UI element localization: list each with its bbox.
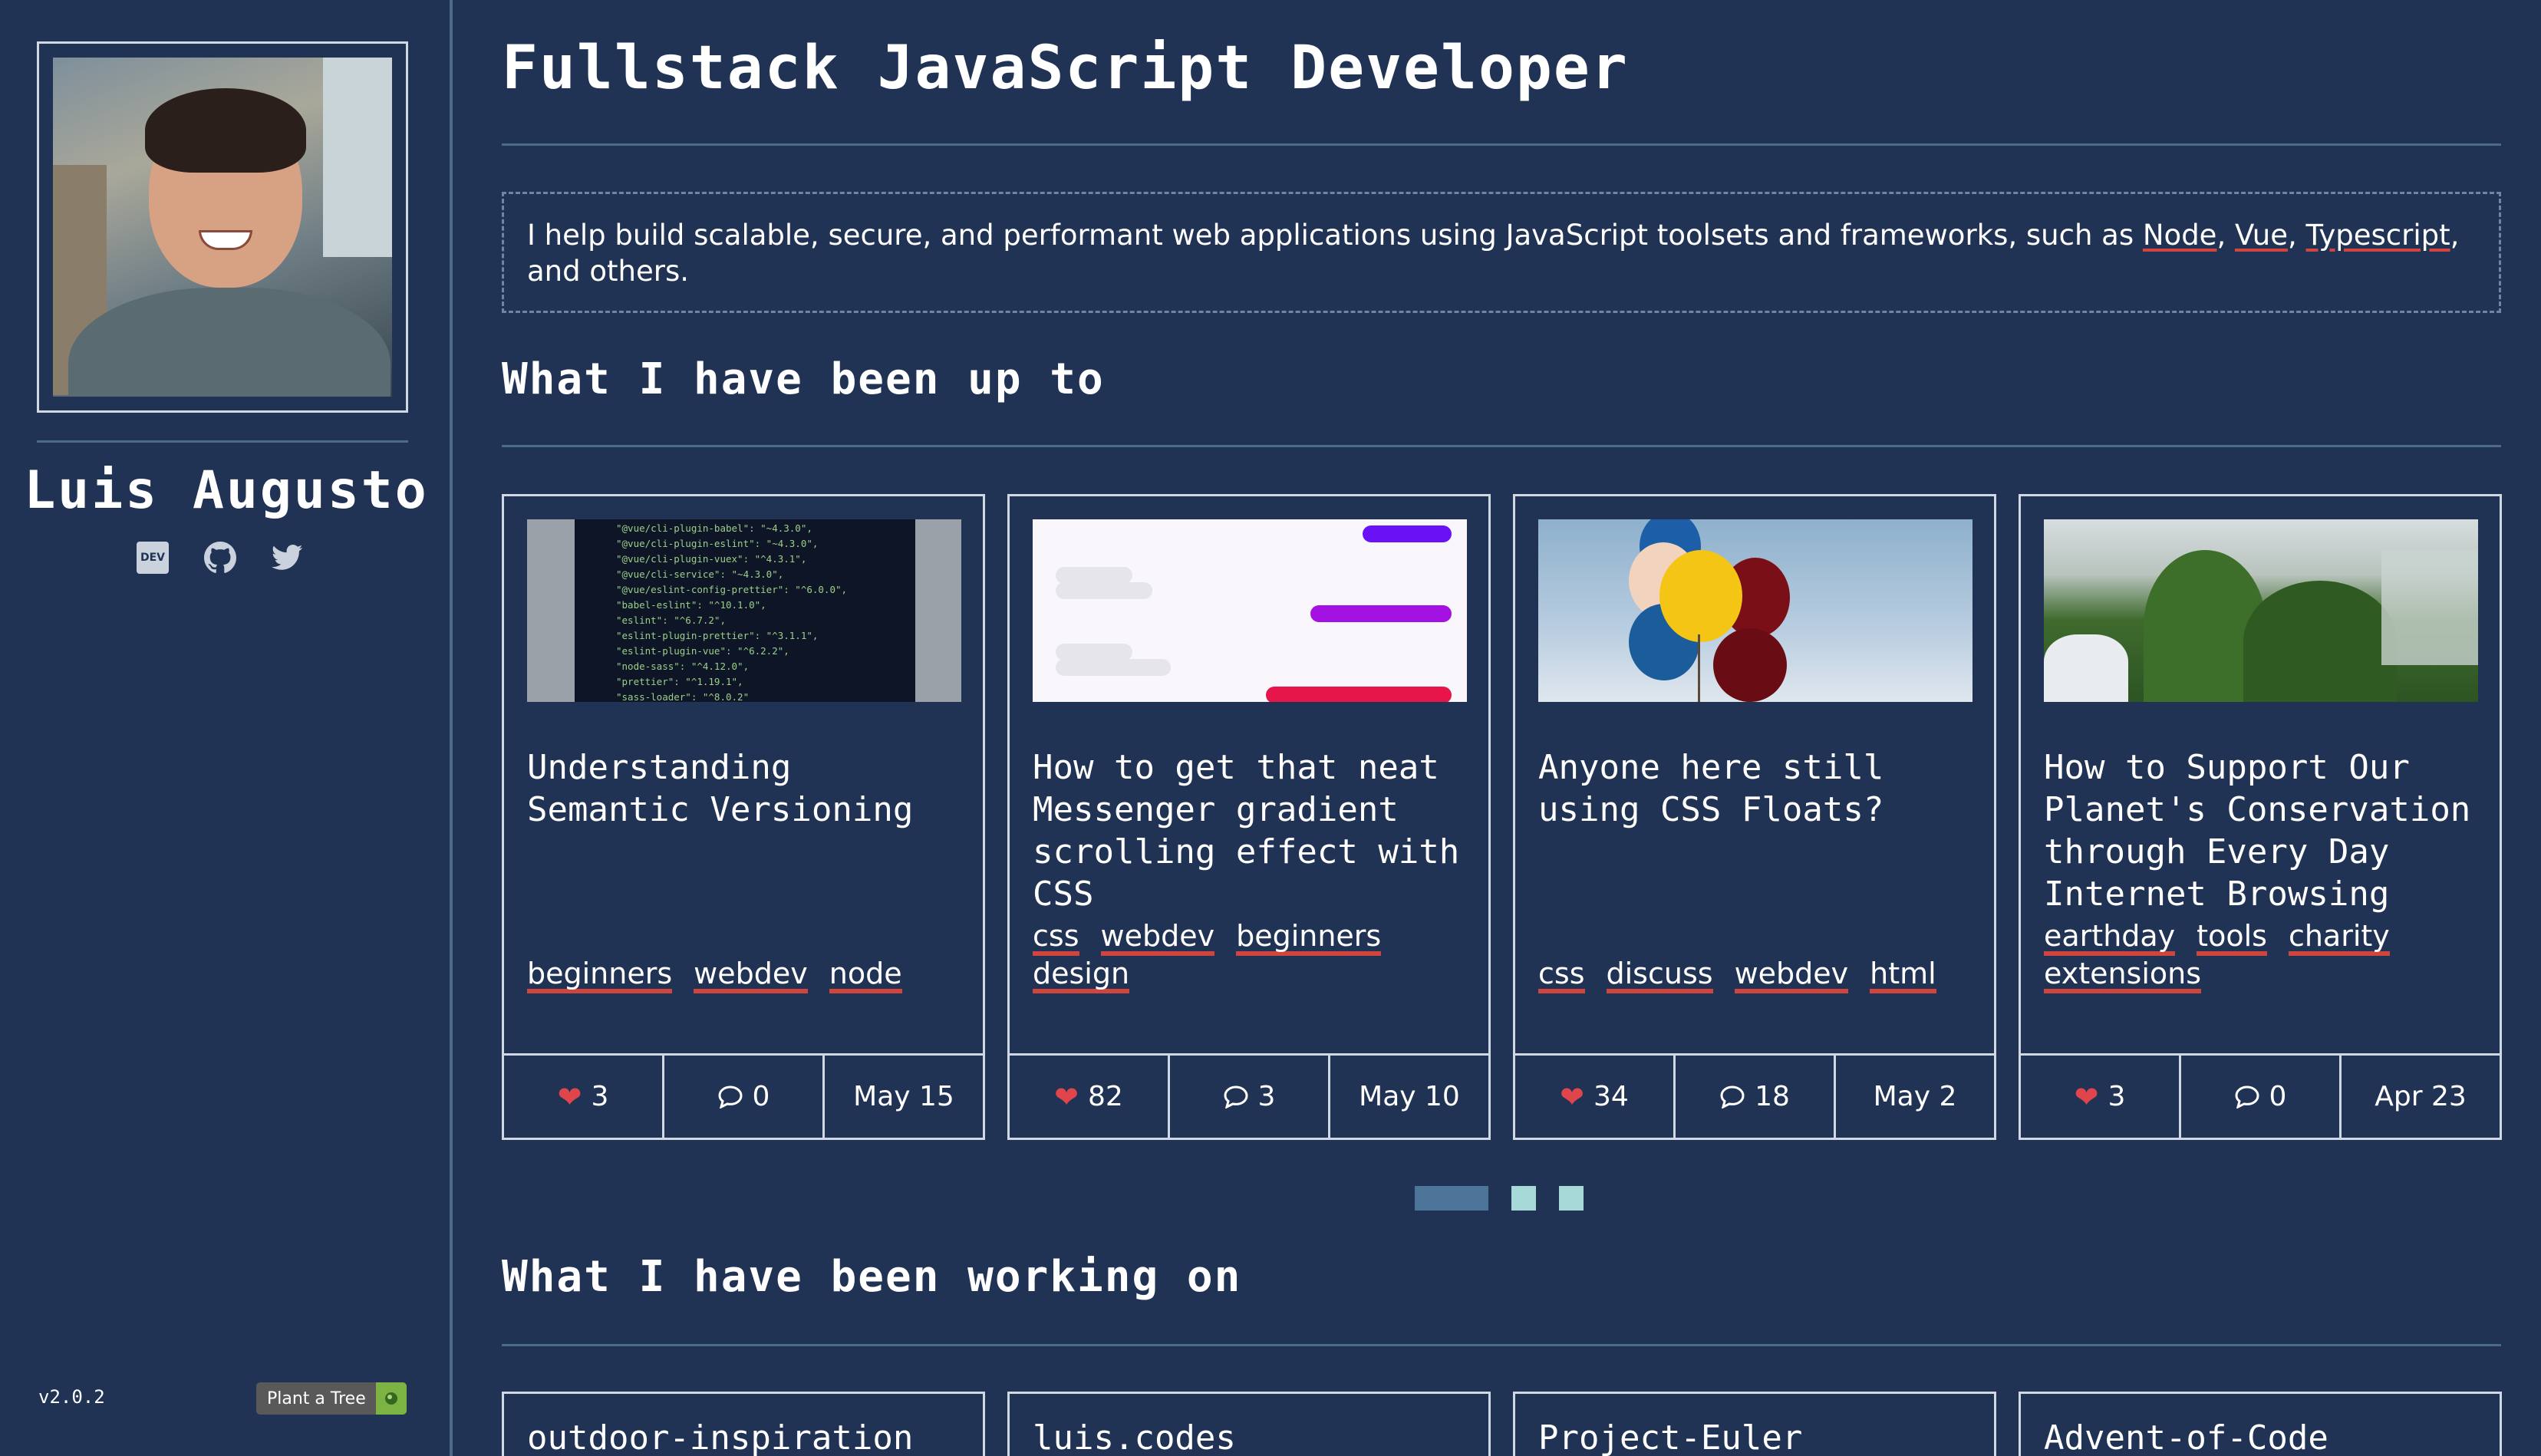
tag[interactable]: node [829,958,902,993]
post-title[interactable]: Understanding Semantic Versioning [527,746,964,831]
tag[interactable]: extensions [2044,958,2202,993]
comment-icon [2235,1085,2259,1108]
heart-icon: ❤ [1054,1079,1079,1114]
dev-icon[interactable]: DEV [137,542,169,574]
comments-count: 0 [752,1081,770,1112]
likes[interactable]: ❤ 34 [1515,1056,1676,1138]
tag[interactable]: charity [2288,921,2390,956]
plant-badge-label: Plant a Tree [267,1388,366,1408]
carousel-pagination [1415,1186,1584,1211]
post-tags: earthday tools charity extensions [2044,918,2481,993]
post-card[interactable]: Anyone here still using CSS Floats? css d… [1513,494,1996,1140]
post-tags: css discuss webdev html [1538,956,1976,993]
likes[interactable]: ❤ 3 [2021,1056,2181,1138]
post-date: May 15 [853,1081,954,1112]
tech-link-typescript[interactable]: Typescript [2306,219,2450,252]
tag[interactable]: html [1870,958,1936,993]
comment-icon [718,1085,743,1108]
heart-icon: ❤ [557,1079,582,1114]
post-date: May 2 [1873,1081,1957,1112]
post-cover-image [1538,519,1972,702]
tag[interactable]: css [1033,921,1079,956]
intro-separator: , [2216,219,2235,252]
intro-separator: , [2288,219,2306,252]
tag[interactable]: css [1538,958,1585,993]
likes[interactable]: ❤ 82 [1010,1056,1170,1138]
post-date: May 10 [1359,1081,1460,1112]
post-footer: ❤ 3 0 Apr 23 [2021,1053,2500,1138]
leaf-icon [376,1382,407,1415]
sidebar-divider [37,440,408,443]
code-snippet: "@vue/cli-plugin-babel": "~4.3.0", "@vue… [575,519,915,702]
page-title: Fullstack JavaScript Developer [502,34,1629,103]
post-footer: ❤ 82 3 May 10 [1010,1053,1488,1138]
comments-count: 3 [1257,1081,1276,1112]
post-tags: beginners webdev node [527,956,964,993]
post-card[interactable]: "@vue/cli-plugin-babel": "~4.3.0", "@vue… [502,494,985,1140]
sidebar: Luis Augusto DEV v2.0.2 Plant a Tree [0,0,453,1456]
comments[interactable]: 0 [664,1056,825,1138]
comments-count: 18 [1755,1081,1790,1112]
post-footer: ❤ 3 0 May 15 [504,1053,983,1138]
posts-divider [502,445,2501,447]
likes[interactable]: ❤ 3 [504,1056,664,1138]
post-card[interactable]: How to Support Our Planet's Conservation… [2019,494,2502,1140]
intro-text: I help build scalable, secure, and perfo… [527,219,2143,252]
profile-name: Luis Augusto [24,460,429,521]
comment-icon [1720,1085,1745,1108]
post-card[interactable]: How to get that neat Messenger gradient … [1007,494,1491,1140]
tag[interactable]: beginners [1236,921,1382,956]
carousel-dot-2[interactable] [1511,1186,1536,1211]
post-title[interactable]: Anyone here still using CSS Floats? [1538,746,1976,831]
tech-link-node[interactable]: Node [2143,219,2217,252]
social-links: DEV [137,542,304,574]
comment-icon [1224,1085,1248,1108]
avatar [53,58,392,397]
avatar-frame [37,41,408,413]
likes-count: 34 [1593,1081,1629,1112]
projects-divider [502,1344,2501,1346]
post-tags: css webdev beginners design [1033,918,1470,993]
project-card[interactable]: luis.codes [1007,1392,1491,1456]
likes-count: 3 [2108,1081,2126,1112]
project-card[interactable]: Project-Euler [1513,1392,1996,1456]
heart-icon: ❤ [1560,1079,1585,1114]
tag[interactable]: tools [2197,921,2267,956]
post-title[interactable]: How to get that neat Messenger gradient … [1033,746,1470,915]
twitter-icon[interactable] [272,542,304,574]
carousel-dot-3[interactable] [1559,1186,1584,1211]
heart-icon: ❤ [2074,1079,2099,1114]
likes-count: 82 [1088,1081,1123,1112]
tag[interactable]: design [1033,958,1130,993]
post-footer: ❤ 34 18 May 2 [1515,1053,1994,1138]
post-cover-image [2044,519,2478,702]
tag[interactable]: webdev [694,958,808,993]
tag[interactable]: earthday [2044,921,2176,956]
tag[interactable]: webdev [1100,921,1215,956]
github-icon[interactable] [204,542,236,574]
intro-box: I help build scalable, secure, and perfo… [502,192,2501,313]
comments[interactable]: 18 [1676,1056,1836,1138]
title-divider [502,143,2501,146]
tag[interactable]: webdev [1734,958,1849,993]
tech-link-vue[interactable]: Vue [2235,219,2288,252]
carousel-dot-1[interactable] [1415,1186,1488,1211]
likes-count: 3 [591,1081,609,1112]
post-date: Apr 23 [2375,1081,2467,1112]
post-title[interactable]: How to Support Our Planet's Conservation… [2044,746,2481,915]
comments[interactable]: 0 [2181,1056,2342,1138]
version-label: v2.0.2 [38,1386,105,1408]
project-card[interactable]: outdoor-inspiration [502,1392,985,1456]
post-cover-image [1033,519,1467,702]
tag[interactable]: discuss [1606,958,1713,993]
post-cover-image: "@vue/cli-plugin-babel": "~4.3.0", "@vue… [527,519,961,702]
posts-heading: What I have been up to [502,354,1105,404]
comments[interactable]: 3 [1170,1056,1330,1138]
projects-heading: What I have been working on [502,1252,1242,1302]
tag[interactable]: beginners [527,958,673,993]
project-card[interactable]: Advent-of-Code [2019,1392,2502,1456]
plant-a-tree-badge[interactable]: Plant a Tree [256,1382,407,1415]
comments-count: 0 [2269,1081,2287,1112]
